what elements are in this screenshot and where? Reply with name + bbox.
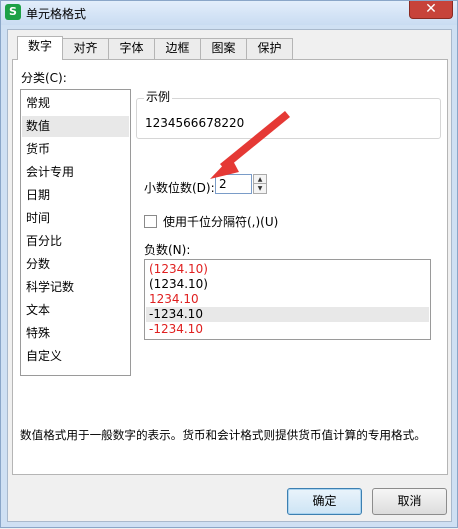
category-item-time[interactable]: 时间 [22,208,129,229]
category-item-percentage[interactable]: 百分比 [22,231,129,252]
category-item-text[interactable]: 文本 [22,300,129,321]
negative-numbers-label: 负数(N): [144,243,191,257]
decimal-places-label: 小数位数(D): [144,181,215,195]
tab-protection[interactable]: 保护 [246,38,293,59]
decimal-places-input[interactable]: 2 [215,174,252,194]
category-item-date[interactable]: 日期 [22,185,129,206]
decimal-places-spinner: ▲ ▼ [253,174,267,194]
negative-option[interactable]: (1234.10) [146,277,429,292]
tab-alignment[interactable]: 对齐 [62,38,109,59]
number-tab-panel: 分类(C): 常规 数值 货币 会计专用 日期 时间 百分比 分数 科学记数 文… [12,59,448,475]
category-label: 分类(C): [21,71,67,85]
format-cells-dialog: S 单元格格式 ✕ 数字 对齐 字体 边框 图案 保护 分类(C): 常规 数值… [0,0,458,528]
category-item-scientific[interactable]: 科学记数 [22,277,129,298]
tab-font[interactable]: 字体 [108,38,155,59]
dialog-body: 数字 对齐 字体 边框 图案 保护 分类(C): 常规 数值 货币 会计专用 日… [7,29,452,522]
category-item-fraction[interactable]: 分数 [22,254,129,275]
negative-numbers-list[interactable]: (1234.10) (1234.10) 1234.10 -1234.10 -12… [144,259,431,340]
category-item-number[interactable]: 数值 [22,116,129,137]
spin-down-icon[interactable]: ▼ [254,184,266,193]
category-item-general[interactable]: 常规 [22,93,129,114]
category-item-accounting[interactable]: 会计专用 [22,162,129,183]
sample-group: 1234566678220 [136,98,441,139]
format-description: 数值格式用于一般数字的表示。货币和会计格式则提供货币值计算的专用格式。 [20,428,426,442]
tab-border[interactable]: 边框 [154,38,201,59]
sample-title: 示例 [144,88,173,105]
dialog-title: 单元格格式 [26,7,87,21]
title-bar: S 单元格格式 ✕ [1,1,457,25]
tab-pattern[interactable]: 图案 [200,38,247,59]
category-item-custom[interactable]: 自定义 [22,346,129,367]
negative-option-selected[interactable]: -1234.10 [146,307,429,322]
ok-button[interactable]: 确定 [287,488,362,515]
wps-spreadsheet-icon: S [5,4,21,20]
category-item-currency[interactable]: 货币 [22,139,129,160]
thousands-separator-label: 使用千位分隔符(,)(U) [163,215,279,229]
thousands-separator-checkbox[interactable] [144,215,157,228]
close-button[interactable]: ✕ [409,1,453,19]
tab-number[interactable]: 数字 [17,36,63,60]
category-item-special[interactable]: 特殊 [22,323,129,344]
spin-up-icon[interactable]: ▲ [254,175,266,184]
cancel-button[interactable]: 取消 [372,488,447,515]
sample-value: 1234566678220 [145,116,245,130]
negative-option[interactable]: (1234.10) [146,262,429,277]
category-list[interactable]: 常规 数值 货币 会计专用 日期 时间 百分比 分数 科学记数 文本 特殊 自定… [20,89,131,376]
negative-option[interactable]: -1234.10 [146,322,429,337]
negative-option[interactable]: 1234.10 [146,292,429,307]
